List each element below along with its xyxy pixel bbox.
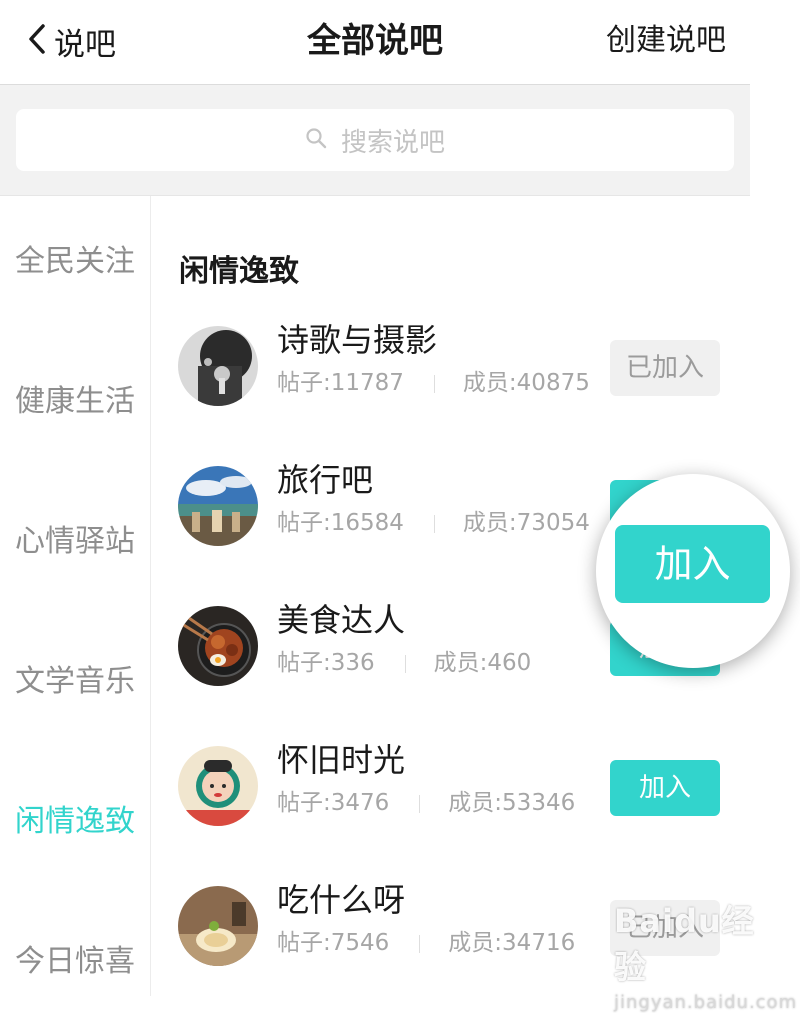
group-stats: 帖子:16584 成员:73054 <box>277 508 590 538</box>
joined-button[interactable]: 已加入 <box>610 340 720 396</box>
group-stats: 帖子:336 成员:460 <box>277 648 531 678</box>
top-navigation-bar: 说吧 全部说吧 创建说吧 <box>0 0 750 85</box>
sidebar-item-jinri-jingxi[interactable]: 今日惊喜 <box>0 932 150 992</box>
sidebar-item-xinqing-yizhan[interactable]: 心情驿站 <box>0 512 150 572</box>
post-count: 帖子:16584 <box>277 510 404 536</box>
travel-landscape-icon <box>178 466 258 546</box>
sidebar-item-jiankang-shenghuo[interactable]: 健康生活 <box>0 372 150 432</box>
magnified-join-button[interactable]: 加入 <box>615 525 770 603</box>
group-name: 吃什么呀 <box>277 881 406 919</box>
list-item[interactable]: 诗歌与摄影 帖子:11787 成员:40875 已加入 <box>151 306 750 426</box>
stats-divider <box>419 934 421 953</box>
silhouette-photo-icon <box>178 326 258 406</box>
search-area: 搜索说吧 <box>0 85 750 196</box>
sidebar-item-wenxue-yinyue[interactable]: 文学音乐 <box>0 652 150 712</box>
group-name: 诗歌与摄影 <box>277 321 438 359</box>
section-title: 闲情逸致 <box>179 254 299 289</box>
group-name: 美食达人 <box>277 601 406 639</box>
search-icon <box>305 127 341 153</box>
post-count: 帖子:3476 <box>277 790 390 816</box>
search-placeholder: 搜索说吧 <box>340 127 445 158</box>
group-name: 旅行吧 <box>277 461 374 499</box>
list-item[interactable]: 怀旧时光 帖子:3476 成员:53346 加入 <box>151 726 750 846</box>
retro-poster-icon <box>178 746 258 826</box>
food-bowl-icon <box>178 606 258 686</box>
join-button[interactable]: 加入 <box>610 760 720 816</box>
member-count: 成员:460 <box>433 650 532 676</box>
dessert-icon <box>178 886 258 966</box>
magnifier-callout: 加入 <box>596 474 790 668</box>
member-count: 成员:53346 <box>448 790 576 816</box>
sidebar-item-xianqing-yizhi[interactable]: 闲情逸致 <box>0 792 150 852</box>
post-count: 帖子:7546 <box>277 930 390 956</box>
group-stats: 帖子:3476 成员:53346 <box>277 788 575 818</box>
member-count: 成员:34716 <box>448 930 576 956</box>
member-count: 成员:73054 <box>462 510 590 536</box>
watermark-url: jingyan.baidu.com <box>614 992 798 1013</box>
category-sidebar: 全民关注 健康生活 心情驿站 文学音乐 闲情逸致 今日惊喜 <box>0 196 151 996</box>
post-count: 帖子:11787 <box>277 370 404 396</box>
post-count: 帖子:336 <box>277 650 375 676</box>
search-input[interactable]: 搜索说吧 <box>16 109 734 171</box>
watermark-brand: Baidu经验 <box>614 902 755 986</box>
create-shuoba-button[interactable]: 创建说吧 <box>606 18 726 64</box>
stats-divider <box>433 514 435 533</box>
stats-divider <box>404 654 406 673</box>
group-stats: 帖子:11787 成员:40875 <box>277 368 590 398</box>
stats-divider <box>419 794 421 813</box>
group-name: 怀旧时光 <box>277 741 406 779</box>
group-stats: 帖子:7546 成员:34716 <box>277 928 575 958</box>
baidu-jingyan-watermark: Baidu经验 jingyan.baidu.com <box>614 896 796 1013</box>
member-count: 成员:40875 <box>462 370 590 396</box>
sidebar-item-quanmin-guanzhu[interactable]: 全民关注 <box>0 232 150 292</box>
stats-divider <box>433 374 435 393</box>
